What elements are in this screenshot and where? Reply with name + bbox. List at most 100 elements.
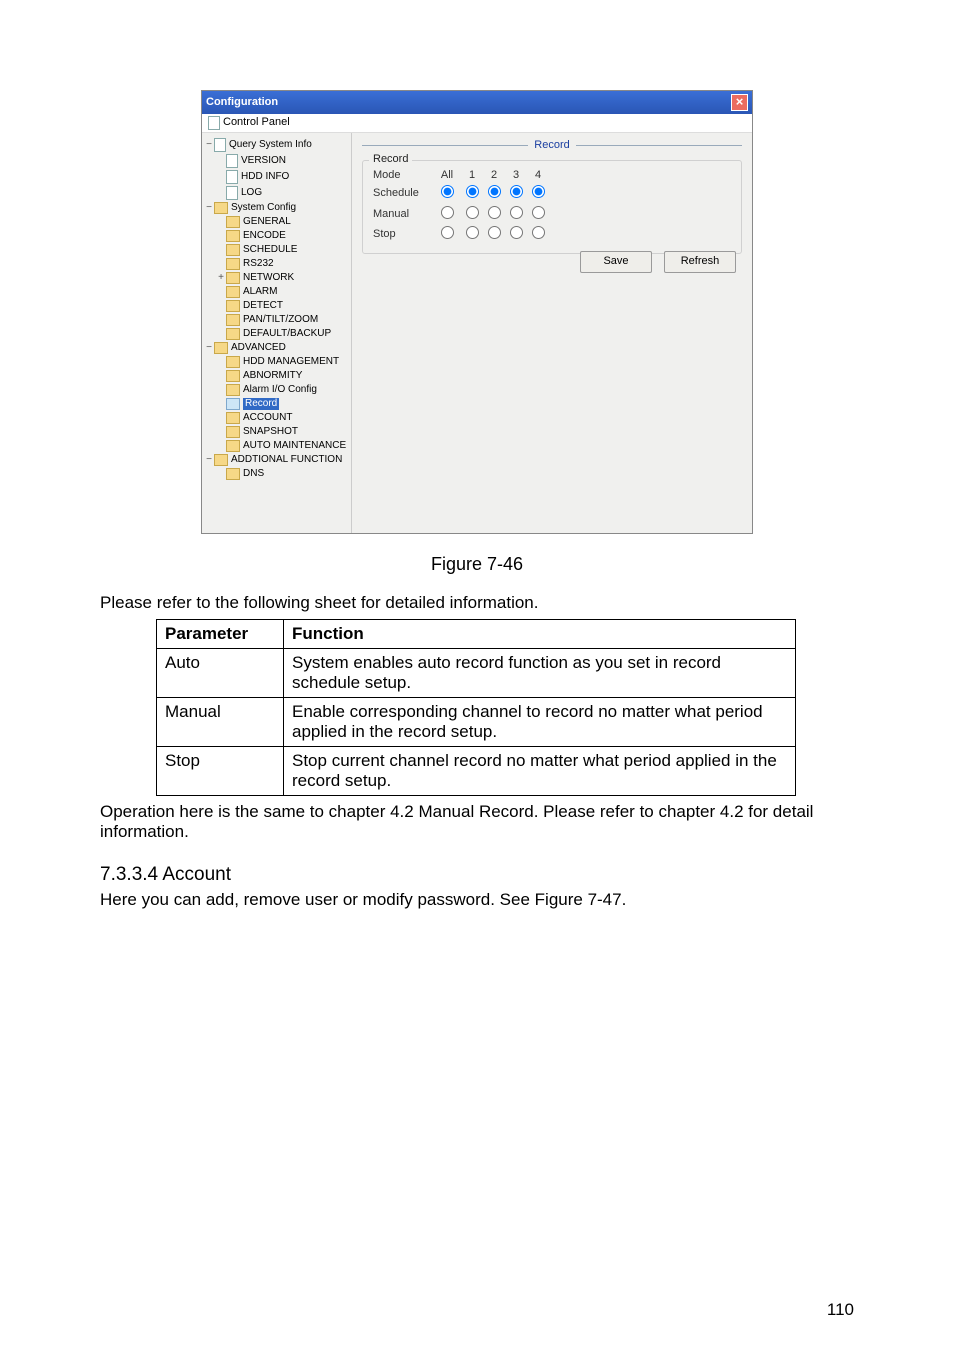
folder-icon <box>226 370 240 382</box>
folder-icon <box>226 314 240 326</box>
section-header: Record <box>362 139 742 156</box>
record-legend: Record <box>369 153 412 166</box>
configuration-window: Configuration × Control Panel −Query Sys… <box>201 90 753 534</box>
control-panel-label: Control Panel <box>223 116 290 129</box>
table-row: Manual Enable corresponding channel to r… <box>157 698 796 747</box>
col-4: 4 <box>527 169 549 182</box>
refresh-button[interactable]: Refresh <box>664 251 736 273</box>
tree-item-abnormity[interactable]: ABNORMITY <box>216 369 349 383</box>
tree-item-version[interactable]: VERSION <box>216 153 349 169</box>
radio-schedule-4[interactable] <box>532 185 545 198</box>
folder-icon <box>226 356 240 368</box>
tree-item-query-system-info[interactable]: −Query System Info <box>204 137 349 153</box>
radio-stop-all[interactable] <box>441 226 454 239</box>
row-schedule-label: Schedule <box>373 187 433 200</box>
mode-label: Mode <box>373 169 433 182</box>
folder-icon <box>226 328 240 340</box>
folder-icon <box>226 230 240 242</box>
paragraph-account: Here you can add, remove user or modify … <box>100 890 854 910</box>
tree-item-log[interactable]: LOG <box>216 185 349 201</box>
record-group: Record Mode All 1 2 3 4 Schedule <box>362 160 742 254</box>
cell-auto: Auto <box>157 649 284 698</box>
tree-item-schedule[interactable]: SCHEDULE <box>216 243 349 257</box>
tree-item-hdd-info[interactable]: HDD INFO <box>216 169 349 185</box>
folder-icon <box>226 426 240 438</box>
section-header-label: Record <box>534 139 569 152</box>
paragraph-operation: Operation here is the same to chapter 4.… <box>100 802 854 842</box>
control-panel-row[interactable]: Control Panel <box>202 114 752 133</box>
col-3: 3 <box>505 169 527 182</box>
page-number: 110 <box>827 1300 854 1320</box>
table-row: Stop Stop current channel record no matt… <box>157 747 796 796</box>
folder-icon <box>226 258 240 270</box>
tree-item-dns[interactable]: DNS <box>216 467 349 481</box>
folder-icon <box>214 454 228 466</box>
col-2: 2 <box>483 169 505 182</box>
folder-icon <box>226 272 240 284</box>
tree-item-alarm-io-config[interactable]: Alarm I/O Config <box>216 383 349 397</box>
doc-icon <box>226 154 238 168</box>
radio-manual-2[interactable] <box>488 206 501 219</box>
radio-manual-4[interactable] <box>532 206 545 219</box>
folder-icon <box>226 216 240 228</box>
folder-icon <box>226 244 240 256</box>
save-button[interactable]: Save <box>580 251 652 273</box>
col-all: All <box>433 169 461 182</box>
tree-item-auto-maintenance[interactable]: AUTO MAINTENANCE <box>216 439 349 453</box>
table-row: Auto System enables auto record function… <box>157 649 796 698</box>
col-1: 1 <box>461 169 483 182</box>
tree-item-account[interactable]: ACCOUNT <box>216 411 349 425</box>
figure-caption: Figure 7-46 <box>100 554 854 575</box>
parameter-table: Parameter Function Auto System enables a… <box>156 619 796 796</box>
table-row: Parameter Function <box>157 620 796 649</box>
cell-stop: Stop <box>157 747 284 796</box>
tree-item-additional-function[interactable]: −ADDTIONAL FUNCTION <box>204 453 349 467</box>
radio-stop-2[interactable] <box>488 226 501 239</box>
radio-schedule-3[interactable] <box>510 185 523 198</box>
th-parameter: Parameter <box>157 620 284 649</box>
tree-item-record[interactable]: Record <box>216 397 349 411</box>
folder-icon <box>214 342 228 354</box>
tree-item-detect[interactable]: DETECT <box>216 299 349 313</box>
radio-stop-3[interactable] <box>510 226 523 239</box>
close-icon[interactable]: × <box>731 94 748 111</box>
tree-item-system-config[interactable]: −System Config <box>204 201 349 215</box>
doc-icon <box>226 186 238 200</box>
row-manual-label: Manual <box>373 208 433 221</box>
folder-open-icon <box>226 398 240 410</box>
radio-manual-1[interactable] <box>466 206 479 219</box>
tree-item-hdd-management[interactable]: HDD MANAGEMENT <box>216 355 349 369</box>
tree-item-advanced[interactable]: −ADVANCED <box>204 341 349 355</box>
folder-icon <box>226 384 240 396</box>
nav-tree: −Query System Info VERSION HDD INFO LOG … <box>202 133 352 533</box>
tree-item-alarm[interactable]: ALARM <box>216 285 349 299</box>
tree-item-general[interactable]: GENERAL <box>216 215 349 229</box>
tree-item-network[interactable]: +NETWORK <box>216 271 349 285</box>
control-panel-icon <box>208 116 220 130</box>
heading-account: 7.3.3.4 Account <box>100 864 854 886</box>
tree-icon <box>214 138 226 152</box>
folder-icon <box>226 412 240 424</box>
doc-icon <box>226 170 238 184</box>
th-function: Function <box>284 620 796 649</box>
cell-manual-desc: Enable corresponding channel to record n… <box>284 698 796 747</box>
tree-item-default-backup[interactable]: DEFAULT/BACKUP <box>216 327 349 341</box>
radio-schedule-1[interactable] <box>466 185 479 198</box>
cell-stop-desc: Stop current channel record no matter wh… <box>284 747 796 796</box>
radio-manual-3[interactable] <box>510 206 523 219</box>
window-titlebar: Configuration × <box>202 91 752 114</box>
tree-item-ptz[interactable]: PAN/TILT/ZOOM <box>216 313 349 327</box>
radio-schedule-2[interactable] <box>488 185 501 198</box>
tree-item-rs232[interactable]: RS232 <box>216 257 349 271</box>
radio-stop-1[interactable] <box>466 226 479 239</box>
row-stop-label: Stop <box>373 228 433 241</box>
tree-item-encode[interactable]: ENCODE <box>216 229 349 243</box>
radio-stop-4[interactable] <box>532 226 545 239</box>
radio-schedule-all[interactable] <box>441 185 454 198</box>
intro-paragraph: Please refer to the following sheet for … <box>100 593 854 613</box>
folder-icon <box>226 286 240 298</box>
content-pane: Record Record Mode All 1 2 3 4 Schedule <box>352 133 752 533</box>
radio-manual-all[interactable] <box>441 206 454 219</box>
tree-item-snapshot[interactable]: SNAPSHOT <box>216 425 349 439</box>
folder-icon <box>226 300 240 312</box>
